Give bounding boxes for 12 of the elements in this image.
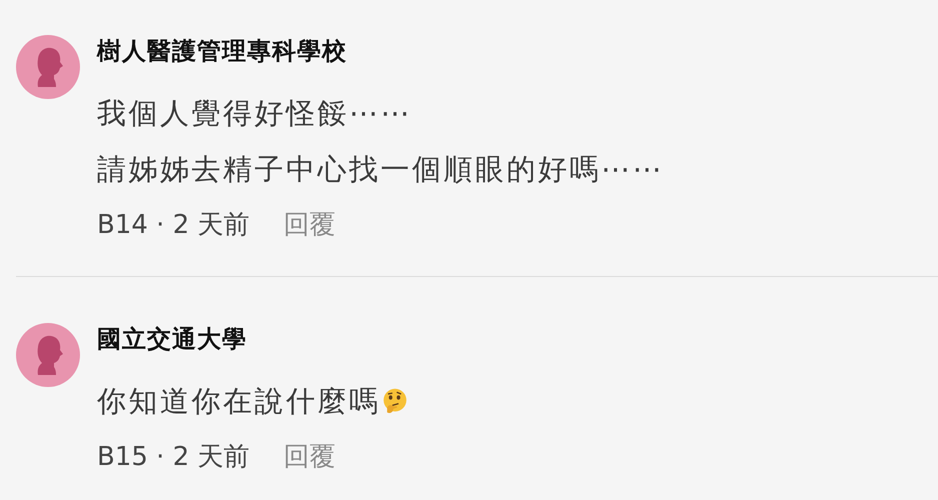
avatar-icon [16,35,80,99]
reply-link[interactable]: 回覆 [284,429,336,485]
comment-text: 你知道你在說什麼嗎 [97,383,380,420]
author-name: 國立交通大學 [97,324,248,355]
floor-and-time: B15 · 2 天前 [97,441,250,474]
comment-text: 請姊姊去精子中心找一個順眼的好嗎⋯⋯ [97,151,664,188]
floor-and-time: B14 · 2 天前 [97,209,250,242]
avatar-icon [16,323,80,387]
reply-link[interactable]: 回覆 [284,197,336,253]
thinking-face-icon [380,387,408,415]
comment-text: 我個人覺得好怪餒⋯⋯ [97,95,412,132]
author-name: 樹人醫護管理專科學校 [97,36,348,67]
